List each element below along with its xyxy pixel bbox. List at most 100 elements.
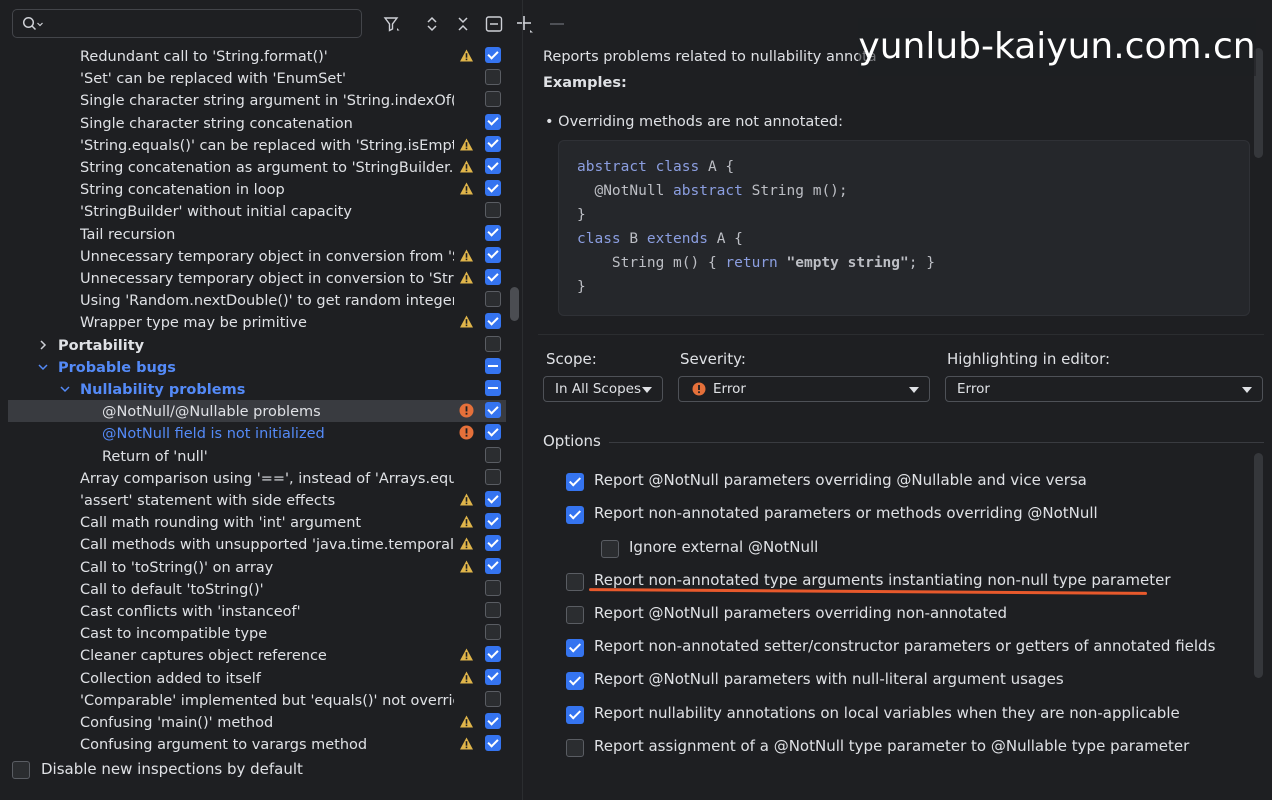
tree-row[interactable]: Array comparison using '==', instead of … <box>8 467 506 489</box>
tree-row[interactable]: 'assert' statement with side effects <box>8 489 506 511</box>
filter-button[interactable] <box>381 12 403 36</box>
tree-row[interactable]: Redundant call to 'String.format()' <box>8 45 506 67</box>
tree-row[interactable]: String concatenation as argument to 'Str… <box>8 156 506 178</box>
option-checkbox[interactable] <box>566 573 584 591</box>
disable-new-inspections-checkbox[interactable] <box>12 761 30 779</box>
option-checkbox[interactable] <box>566 506 584 524</box>
tree-row-checkbox[interactable] <box>485 380 501 396</box>
chevron-down-icon[interactable] <box>36 360 50 374</box>
tree-row[interactable]: Call methods with unsupported 'java.time… <box>8 533 506 555</box>
tree-row-checkbox[interactable] <box>485 579 501 596</box>
tree-row-label: Cast to incompatible type <box>80 626 268 643</box>
tree-group-row[interactable]: Portability <box>8 334 506 356</box>
tree-row-checkbox[interactable] <box>485 269 501 285</box>
tree-row-checkbox[interactable] <box>485 202 501 219</box>
search-input[interactable] <box>49 13 353 36</box>
option-checkbox[interactable] <box>601 540 619 558</box>
tree-row[interactable]: Single character string concatenation <box>8 112 506 134</box>
tree-row-checkbox[interactable] <box>485 690 501 707</box>
tree-row[interactable]: Return of 'null' <box>8 445 506 467</box>
chevron-right-icon[interactable] <box>36 338 50 352</box>
tree-row-checkbox[interactable] <box>485 646 501 663</box>
tree-row-checkbox[interactable] <box>485 735 501 752</box>
tree-row-checkbox[interactable] <box>485 135 501 152</box>
tree-row[interactable]: Confusing 'main()' method <box>8 711 506 733</box>
search-box[interactable] <box>12 9 362 38</box>
tree-row-checkbox[interactable] <box>485 180 501 197</box>
tree-row-label: Portability <box>58 337 145 354</box>
tree-row[interactable]: @NotNull/@Nullable problems <box>8 400 506 423</box>
tree-row[interactable]: Call math rounding with 'int' argument <box>8 511 506 533</box>
code-token: class <box>577 231 630 247</box>
tree-row-checkbox[interactable] <box>485 424 501 441</box>
tree-row-checkbox[interactable] <box>485 113 501 130</box>
tree-row-checkbox[interactable] <box>485 47 501 63</box>
scope-dropdown[interactable]: In All Scopes <box>543 376 663 402</box>
tree-row[interactable]: Wrapper type may be primitive <box>8 311 506 333</box>
option-label: Report @NotNull parameters overriding @N… <box>594 471 1087 489</box>
tree-row[interactable]: 'Comparable' implemented but 'equals()' … <box>8 689 506 711</box>
tree-row-checkbox[interactable] <box>485 224 501 241</box>
tree-row-checkbox[interactable] <box>485 313 501 330</box>
tree-row[interactable]: Collection added to itself <box>8 667 506 689</box>
tree-row[interactable]: Cleaner captures object reference <box>8 644 506 666</box>
tree-row-checkbox[interactable] <box>485 402 501 419</box>
tree-row-checkbox[interactable] <box>485 668 501 685</box>
tree-row[interactable]: Single character string argument in 'Str… <box>8 89 506 111</box>
option-checkbox[interactable] <box>566 706 584 724</box>
tree-row-checkbox[interactable] <box>485 624 501 641</box>
tree-row-label: Probable bugs <box>58 359 176 376</box>
option-checkbox[interactable] <box>566 473 584 491</box>
tree-row[interactable]: Unnecessary temporary object in conversi… <box>8 267 506 289</box>
tree-row-checkbox[interactable] <box>485 335 501 352</box>
tree-row[interactable]: Unnecessary temporary object in conversi… <box>8 245 506 267</box>
tree-row[interactable]: Confusing argument to varargs method <box>8 733 506 752</box>
tree-row-checkbox[interactable] <box>485 91 501 108</box>
tree-row-label: Call to 'toString()' on array <box>80 559 274 576</box>
highlighting-dropdown[interactable]: Error <box>945 376 1263 402</box>
tree-row-checkbox[interactable] <box>485 602 501 618</box>
chevron-down-icon[interactable] <box>58 382 72 396</box>
tree-row[interactable]: 'String.equals()' can be replaced with '… <box>8 134 506 156</box>
warning-icon <box>460 715 473 728</box>
tree-row[interactable]: @NotNull field is not initialized <box>8 422 506 444</box>
option-checkbox[interactable] <box>566 739 584 757</box>
tree-row[interactable]: Tail recursion <box>8 223 506 245</box>
options-scrollbar-thumb[interactable] <box>1254 453 1263 678</box>
option-checkbox[interactable] <box>566 672 584 690</box>
tree-row[interactable]: 'StringBuilder' without initial capacity <box>8 200 506 222</box>
tree-row-label: Call math rounding with 'int' argument <box>80 515 362 532</box>
tree-row-checkbox[interactable] <box>485 535 501 552</box>
tree-row[interactable]: Call to 'toString()' on array <box>8 556 506 578</box>
tree-row-checkbox[interactable] <box>485 713 501 729</box>
tree-row[interactable]: Using 'Random.nextDouble()' to get rando… <box>8 289 506 311</box>
option-checkbox[interactable] <box>566 639 584 657</box>
tree-scrollbar-thumb[interactable] <box>510 287 519 321</box>
collapse-button[interactable] <box>483 12 505 36</box>
tree-row-checkbox[interactable] <box>485 491 501 507</box>
expand-all-button[interactable] <box>421 12 443 36</box>
tree-row[interactable]: String concatenation in loop <box>8 178 506 200</box>
tree-group-row[interactable]: Nullability problems <box>8 378 506 400</box>
option-checkbox[interactable] <box>566 606 584 624</box>
tree-row[interactable]: 'Set' can be replaced with 'EnumSet' <box>8 67 506 89</box>
tree-row[interactable]: Cast conflicts with 'instanceof' <box>8 600 506 622</box>
tree-row-label: Single character string concatenation <box>80 115 353 132</box>
tree-row-checkbox[interactable] <box>485 357 501 374</box>
warning-icon <box>460 671 473 684</box>
severity-dropdown[interactable]: Error <box>678 376 930 402</box>
tree-row-checkbox[interactable] <box>485 446 501 463</box>
tree-group-row[interactable]: Probable bugs <box>8 356 506 378</box>
tree-row-checkbox[interactable] <box>485 69 501 86</box>
tree-row-checkbox[interactable] <box>485 246 501 263</box>
tree-row[interactable]: Call to default 'toString()' <box>8 578 506 600</box>
tree-row-checkbox[interactable] <box>485 291 501 308</box>
tree-row-label: Cleaner captures object reference <box>80 648 327 665</box>
tree-row-checkbox[interactable] <box>485 513 501 530</box>
tree-row-checkbox[interactable] <box>485 468 501 485</box>
tree-row[interactable]: Cast to incompatible type <box>8 622 506 644</box>
collapse-all-button[interactable] <box>452 12 474 36</box>
tree-row-label: 'Comparable' implemented but 'equals()' … <box>80 692 454 709</box>
tree-row-checkbox[interactable] <box>485 557 501 574</box>
tree-row-checkbox[interactable] <box>485 158 501 174</box>
